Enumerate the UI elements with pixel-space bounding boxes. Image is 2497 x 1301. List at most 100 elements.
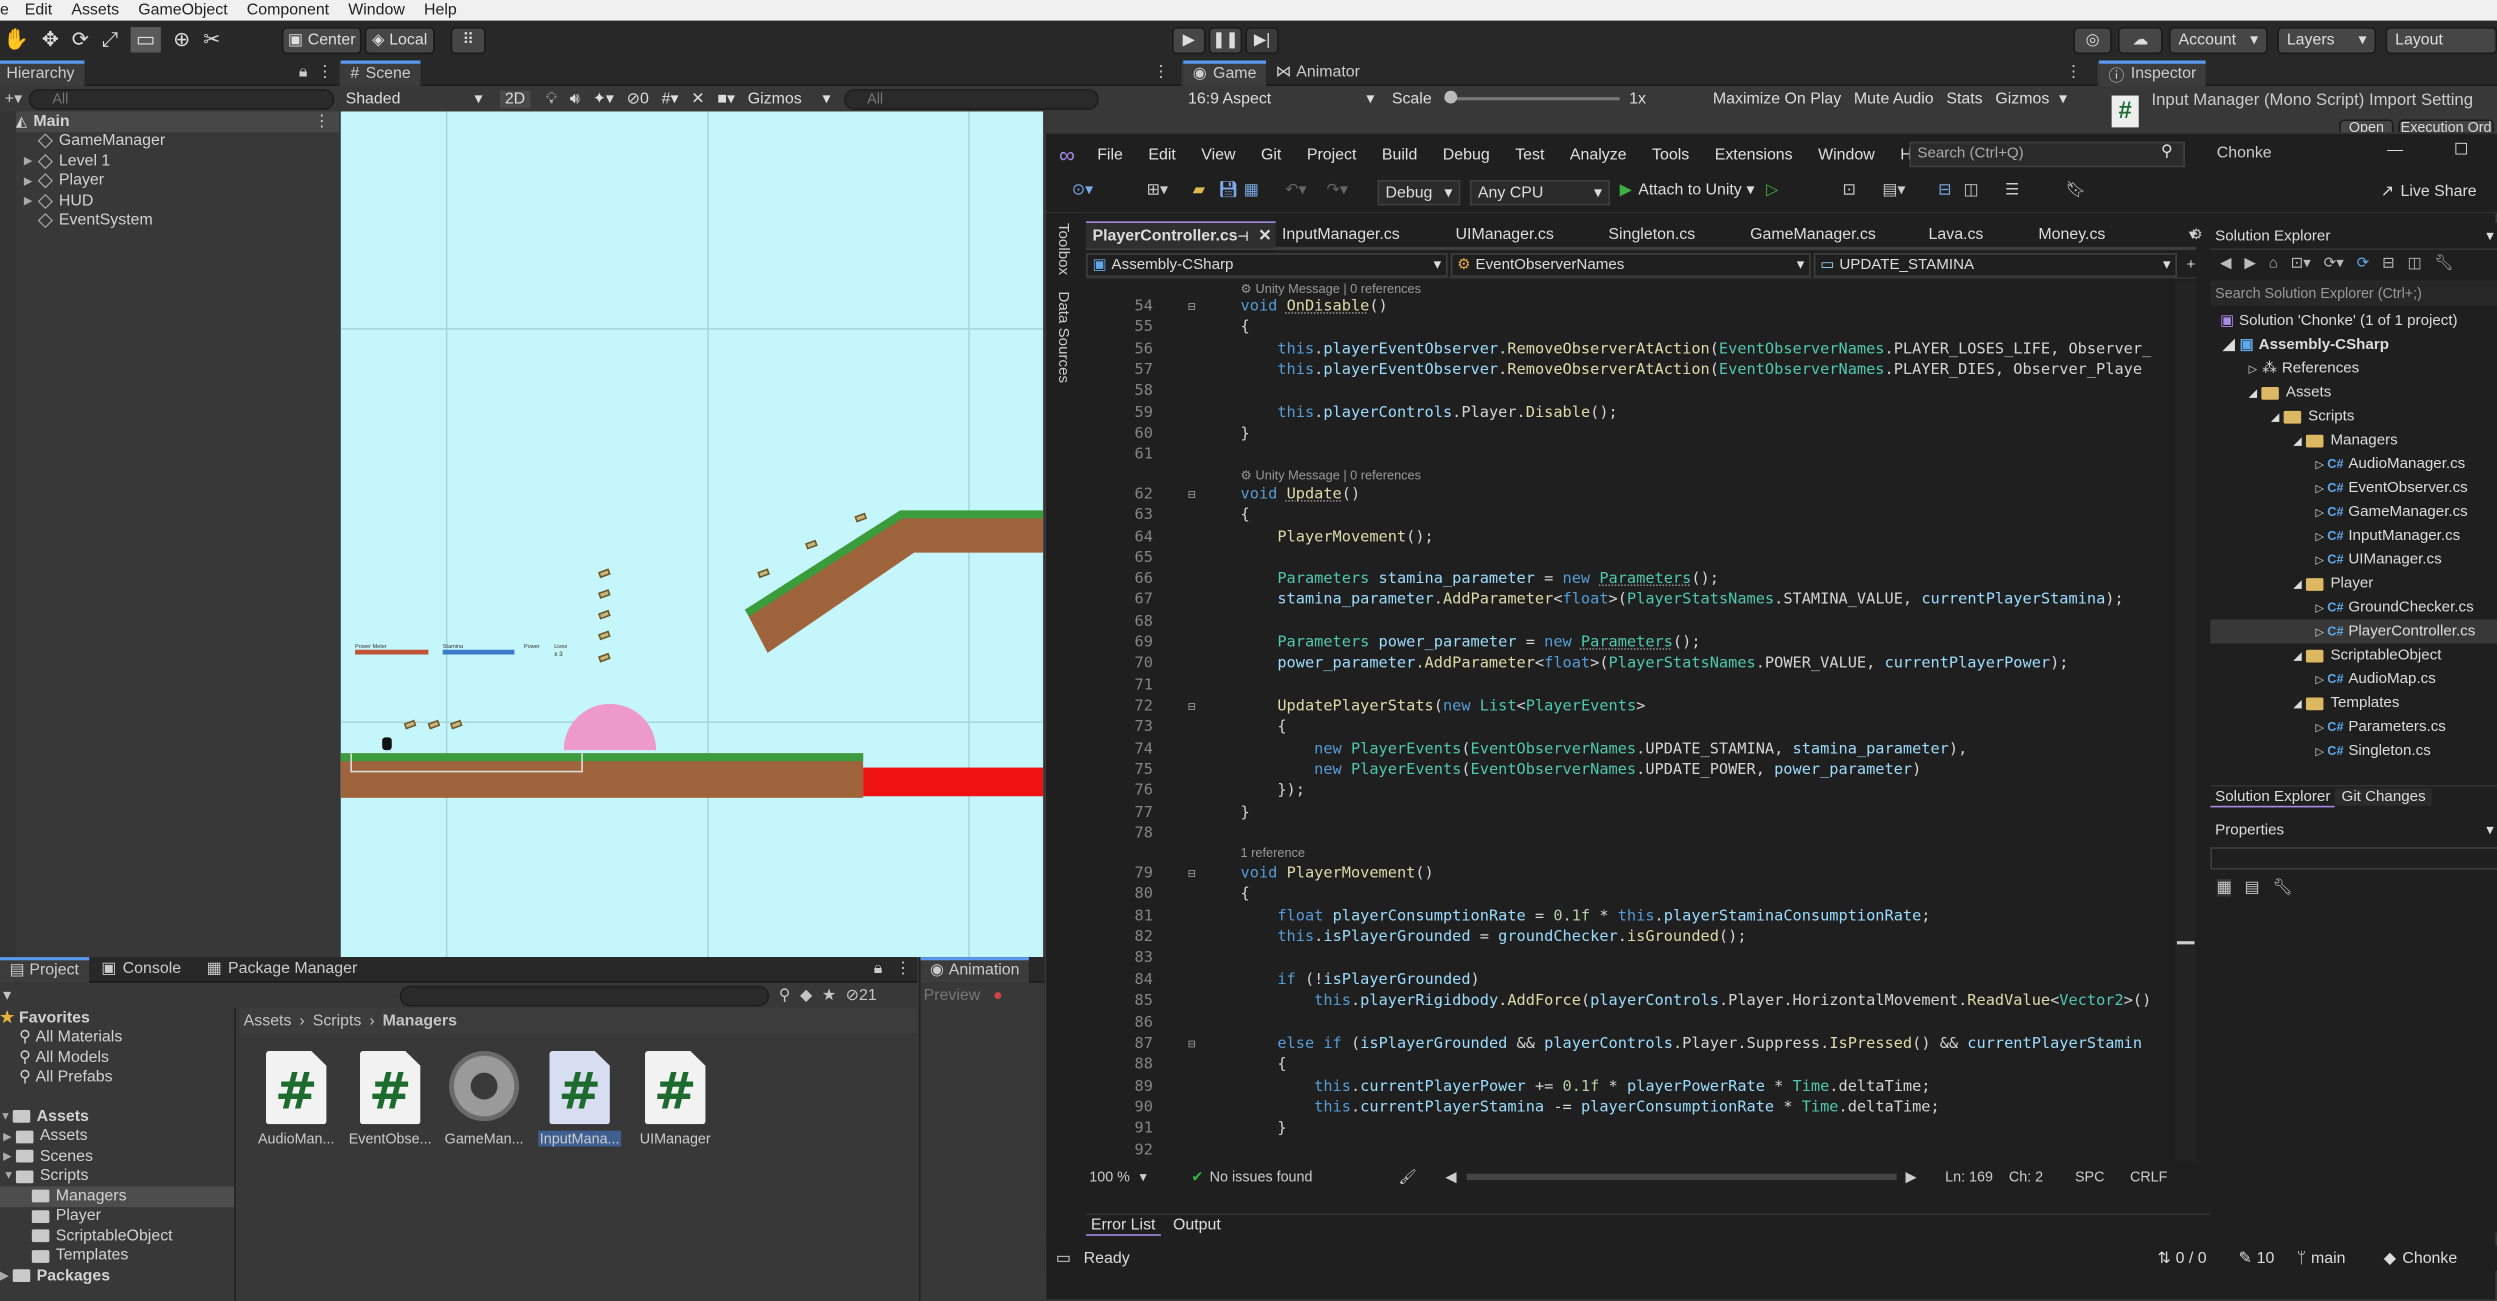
hierarchy-item[interactable]: ▶ Level 1	[0, 151, 339, 171]
toolbox-tab[interactable]: Toolbox	[1054, 223, 1072, 275]
vs-menu-extensions[interactable]: Extensions	[1715, 146, 1793, 164]
tools-icon[interactable]: ✕	[691, 90, 704, 108]
lock-icon[interactable]: 🔒︎	[874, 960, 882, 978]
categorized-icon[interactable]: ▦	[2216, 878, 2232, 896]
menu-file[interactable]: e	[0, 2, 9, 20]
save-all-icon[interactable]: ▦	[1244, 182, 1259, 200]
tab-output[interactable]: Output	[1173, 1217, 1221, 1235]
move-tool-icon[interactable]: ✥	[42, 27, 59, 52]
line-ending[interactable]: CRLF	[2130, 1169, 2167, 1185]
pin-icon[interactable]: ⊣	[1238, 229, 1249, 243]
scroll-left-icon[interactable]: ◀	[1445, 1168, 1456, 1186]
file-node[interactable]: ▷ C# InputManager.cs	[2315, 524, 2460, 548]
whitespace-mode[interactable]: SPC	[2075, 1169, 2104, 1185]
menu-help[interactable]: Help	[424, 2, 457, 20]
pivot-center-button[interactable]: ▣ Center	[281, 27, 362, 55]
play-button[interactable]: ▶	[1172, 27, 1206, 55]
add-icon[interactable]: ▾	[3, 987, 11, 1005]
step-button[interactable]: ▶|	[1245, 27, 1279, 55]
assets-folder[interactable]: ▼ Assets	[0, 1107, 234, 1127]
tree-folder[interactable]: ScriptableObject	[0, 1226, 234, 1246]
changes-icon[interactable]: ⇅	[2157, 1249, 2170, 1267]
tab-project[interactable]: ▤ Project	[0, 956, 89, 982]
toolbar-icon[interactable]: ◫	[1964, 182, 1979, 200]
split-editor-icon[interactable]: +	[2187, 256, 2196, 274]
undo-icon[interactable]: ↶▾	[1285, 182, 1306, 200]
tree-folder[interactable]: ▶ Scenes	[0, 1147, 234, 1167]
save-icon[interactable]: 💾︎	[1218, 182, 1238, 200]
solution-search-input[interactable]: Search Solution Explorer (Ctrl+;)	[2210, 280, 2497, 306]
menu-gameobject[interactable]: GameObject	[138, 2, 227, 20]
code-lens[interactable]: ⚙ Unity Message | 0 references	[1241, 282, 1421, 296]
file-node[interactable]: ▷ C# GameManager.cs	[2315, 500, 2467, 524]
expand-arrow-icon[interactable]: ◢	[2271, 410, 2280, 423]
expand-arrow-icon[interactable]: ◢	[2223, 336, 2235, 354]
tree-folder[interactable]: ▶ Assets	[0, 1127, 234, 1147]
file-node[interactable]: ▷ C# UIManager.cs	[2315, 548, 2441, 572]
hierarchy-search-input[interactable]: All	[28, 88, 335, 110]
back-icon[interactable]: ⊙▾	[1072, 182, 1093, 200]
minimize-icon[interactable]: —	[2387, 142, 2403, 160]
vs-menu-debug[interactable]: Debug	[1443, 146, 1490, 164]
more-icon[interactable]: ⋮	[2065, 64, 2081, 82]
vs-menu-window[interactable]: Window	[1818, 146, 1875, 164]
collapse-icon[interactable]: ⊟	[1188, 487, 1196, 501]
packages-folder[interactable]: ▶ Packages	[0, 1266, 234, 1286]
breadcrumb-item[interactable]: Scripts	[313, 1012, 362, 1030]
tab-scene[interactable]: # Scene	[340, 59, 421, 86]
mute-audio-toggle[interactable]: Mute Audio	[1854, 90, 1934, 108]
scale-slider-thumb[interactable]	[1444, 90, 1458, 104]
branch-name[interactable]: main	[2311, 1249, 2346, 1267]
tab-hierarchy[interactable]: Hierarchy	[0, 59, 85, 86]
tab-uimanager[interactable]: UIManager.cs	[1449, 221, 1602, 248]
scene-more-icon[interactable]: ⋮	[314, 113, 330, 131]
grid-toggle-icon[interactable]: #▾	[662, 90, 679, 108]
solution-node[interactable]: ▣ Solution 'Chonke' (1 of 1 project)	[2220, 309, 2458, 333]
scene-search-input[interactable]: All	[843, 88, 1099, 110]
transform-tool-icon[interactable]: ⊕	[173, 27, 190, 52]
file-node[interactable]: ▷ C# Singleton.cs	[2315, 739, 2430, 763]
toolbar-icon[interactable]: ☰	[2005, 182, 2019, 200]
start-without-debug-icon[interactable]: ▷	[1766, 182, 1778, 200]
tree-node[interactable]: ◢ Managers	[2293, 428, 2398, 452]
scroll-right-icon[interactable]: ▶	[1905, 1168, 1916, 1186]
tree-folder[interactable]: Player	[0, 1206, 234, 1226]
vs-menu-git[interactable]: Git	[1261, 146, 1281, 164]
expand-arrow-icon[interactable]: ▶	[24, 175, 37, 187]
favorite-item[interactable]: ⚲ All Prefabs	[0, 1068, 234, 1088]
file-node[interactable]: ▷ C# GroundChecker.cs	[2315, 596, 2473, 620]
hidden-objects-icon[interactable]: ⊘	[627, 90, 640, 108]
vertical-scrollbar[interactable]	[2175, 280, 2197, 1161]
more-icon[interactable]: ⋮	[1153, 64, 1169, 82]
lock-icon[interactable]: 🔒︎	[299, 64, 307, 82]
favorite-item[interactable]: ⚲ All Materials	[0, 1028, 234, 1048]
hierarchy-scene-main[interactable]: ▼ ◭ Main ⋮	[0, 111, 340, 132]
more-icon[interactable]: ⋮	[317, 64, 333, 82]
expand-arrow-icon[interactable]: ▼	[0, 1111, 13, 1122]
tree-node[interactable]: ◢ Player	[2293, 572, 2373, 596]
lighting-icon[interactable]: 💡︎	[546, 90, 557, 108]
expand-arrow-icon[interactable]: ▼	[3, 1171, 16, 1182]
collab-button[interactable]: ◎	[2073, 27, 2112, 55]
game-gizmos-dropdown[interactable]: Gizmos	[1995, 90, 2049, 108]
tab-inspector[interactable]: ⓘ Inspector	[2098, 59, 2206, 86]
alphabetical-icon[interactable]: ▤	[2245, 878, 2260, 896]
back-icon[interactable]: ◀	[2220, 255, 2232, 273]
expand-arrow-icon[interactable]: ◢	[2249, 386, 2258, 399]
hierarchy-item[interactable]: ▶ HUD	[0, 191, 339, 211]
issues-status[interactable]: No issues found	[1210, 1169, 1313, 1185]
project-nav-dropdown[interactable]: ▣ Assembly-CSharp ▾	[1086, 252, 1448, 277]
breadcrumb-item[interactable]: Managers	[383, 1012, 457, 1030]
menu-edit[interactable]: Edit	[25, 2, 52, 20]
pause-button[interactable]: ❚❚	[1208, 27, 1243, 55]
scene-view[interactable]: Power Meter Stamina Power Lives x 3	[340, 111, 1044, 958]
file-node[interactable]: ▷ C# AudioManager.cs	[2315, 452, 2465, 476]
tab-gamemanager[interactable]: GameManager.cs	[1744, 221, 1922, 248]
tab-animation[interactable]: ◉ Animation	[920, 956, 1030, 982]
zoom-level[interactable]: 100 %	[1089, 1169, 1130, 1185]
scale-tool-icon[interactable]: ⤢	[102, 27, 119, 52]
tree-node[interactable]: ◢ ScriptableObject	[2293, 643, 2441, 667]
collapse-icon[interactable]: ⊟	[1188, 1037, 1196, 1051]
asset-tile[interactable]: # EventObse...	[342, 1051, 438, 1147]
menu-window[interactable]: Window	[348, 2, 405, 20]
